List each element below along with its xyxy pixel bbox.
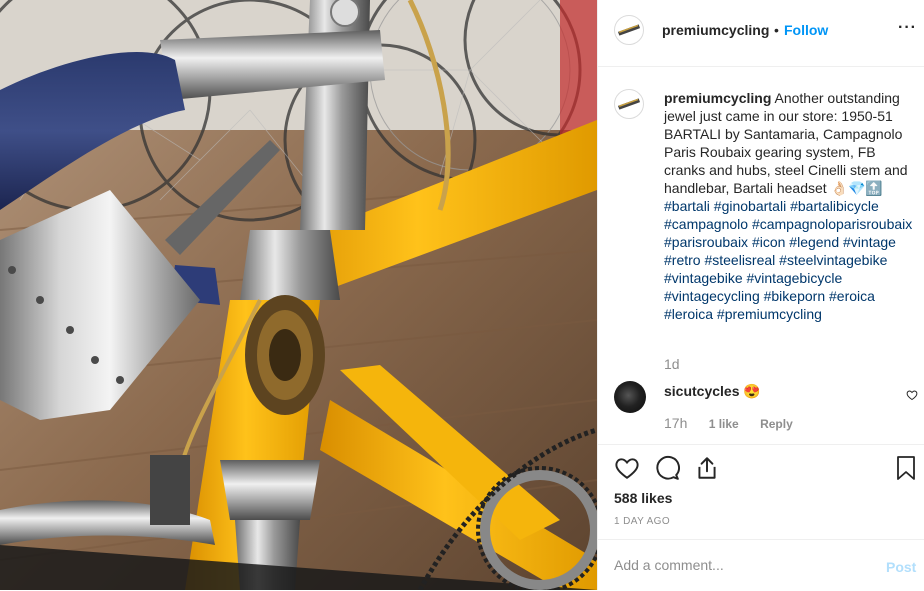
- post-header: premiumcycling • Follow ···: [598, 0, 924, 67]
- post-photo[interactable]: [0, 0, 597, 590]
- comment-box: Post: [598, 539, 924, 591]
- caption-hashtags[interactable]: #bartali #ginobartali #bartalibicycle #c…: [664, 198, 912, 322]
- follow-button[interactable]: Follow: [784, 22, 828, 38]
- comment-meta: 17h 1 like Reply: [664, 415, 811, 431]
- caption-username[interactable]: premiumcycling: [664, 90, 771, 106]
- heart-icon[interactable]: [614, 455, 640, 481]
- caption-timestamp[interactable]: 1d: [664, 356, 680, 372]
- bookmark-icon[interactable]: [894, 455, 918, 481]
- avatar[interactable]: [614, 15, 644, 45]
- header-username[interactable]: premiumcycling: [662, 22, 769, 38]
- comment: sicutcycles 😍: [664, 382, 761, 400]
- post-caption: premiumcycling Another outstanding jewel…: [664, 89, 920, 323]
- comment-username[interactable]: sicutcycles: [664, 383, 740, 399]
- premiumcycling-logo-icon: [616, 17, 642, 43]
- premiumcycling-logo-icon: [616, 91, 642, 117]
- caption-avatar[interactable]: [614, 89, 644, 119]
- comment-heart-icon[interactable]: [906, 389, 918, 401]
- bicycle-photo: [0, 0, 597, 590]
- reply-button[interactable]: Reply: [760, 417, 793, 431]
- comment-input[interactable]: [614, 554, 864, 576]
- more-options-icon[interactable]: ···: [898, 19, 917, 37]
- post-panel: premiumcycling • Follow ··· premiumcycli…: [597, 0, 924, 590]
- comment-icon[interactable]: [654, 455, 680, 481]
- likes-count[interactable]: 588 likes: [614, 490, 672, 506]
- share-icon[interactable]: [694, 455, 720, 481]
- comment-like-count[interactable]: 1 like: [709, 417, 739, 431]
- separator-dot: •: [774, 22, 779, 38]
- actions-divider: [598, 444, 924, 446]
- post-button[interactable]: Post: [886, 559, 916, 575]
- comment-avatar[interactable]: [614, 381, 646, 413]
- comment-text: 😍: [743, 383, 761, 399]
- comment-timestamp[interactable]: 17h: [664, 415, 687, 431]
- post-date[interactable]: 1 DAY AGO: [614, 516, 670, 527]
